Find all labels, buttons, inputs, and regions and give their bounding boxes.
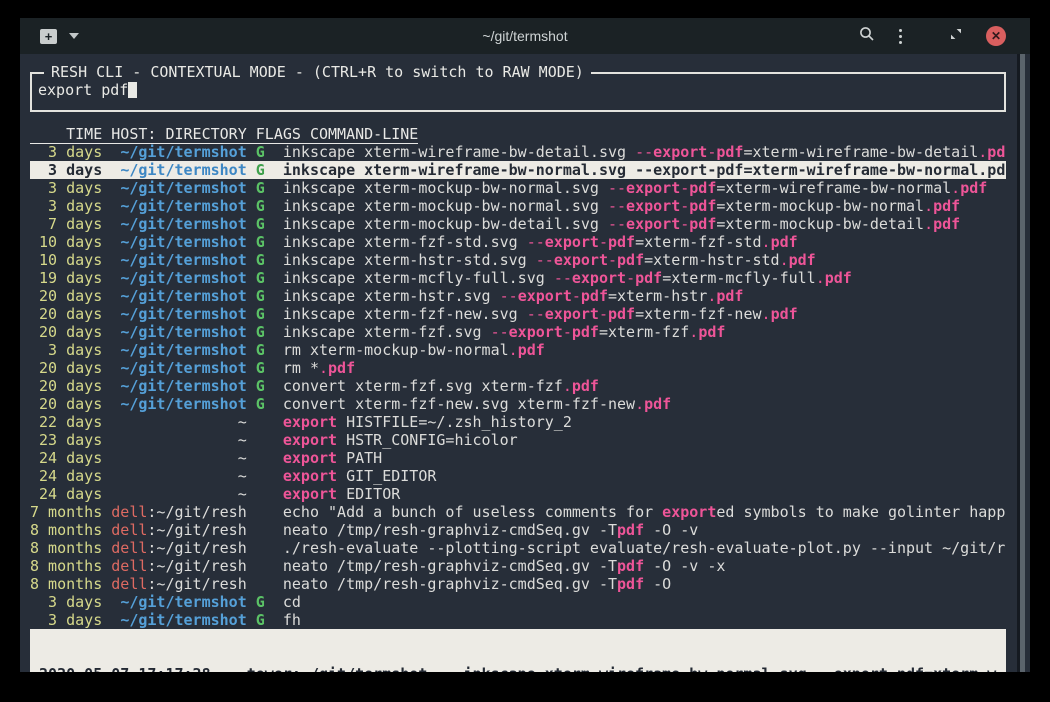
history-row[interactable]: 22 days ~ export HISTFILE=~/.zsh_history… [30,413,1006,431]
history-row[interactable]: 20 days ~/git/termshot G inkscape xterm-… [30,287,1006,305]
detail-line-1: 2020-05-07 17:17:28 tower:~/git/termshot… [30,665,1006,672]
history-row[interactable]: 20 days ~/git/termshot G convert xterm-f… [30,377,1006,395]
history-row[interactable]: 3 days ~/git/termshot G inkscape xterm-m… [30,179,1006,197]
history-row[interactable]: 7 months dell:~/git/resh echo "Add a bun… [30,503,1006,521]
window-title: ~/git/termshot [20,28,1030,44]
history-row[interactable]: 8 months dell:~/git/resh neato /tmp/resh… [30,575,1006,593]
history-row[interactable]: 3 days ~/git/termshot G cd [30,593,1006,611]
history-row[interactable]: 3 days ~/git/termshot G inkscape xterm-w… [30,143,1006,161]
history-row[interactable]: 8 months dell:~/git/resh neato /tmp/resh… [30,521,1006,539]
history-row[interactable]: 8 months dell:~/git/resh ./resh-evaluate… [30,539,1006,557]
history-row[interactable]: 3 days ~/git/termshot G inkscape xterm-w… [30,161,1006,179]
history-row[interactable]: 24 days ~ export GIT_EDITOR [30,467,1006,485]
history-row[interactable]: 8 months dell:~/git/resh neato /tmp/resh… [30,557,1006,575]
history-row[interactable]: 20 days ~/git/termshot G inkscape xterm-… [30,323,1006,341]
table-header: TIME HOST: DIRECTORY FLAGS COMMAND-LINE [30,125,1006,143]
terminal-window: + ~/git/termshot ✕ RESH CLI - CONTEXTUAL… [20,18,1030,672]
history-row[interactable]: 23 days ~ export HSTR_CONFIG=hicolor [30,431,1006,449]
resh-mode-label: RESH CLI - CONTEXTUAL MODE - (CTRL+R to … [44,63,591,81]
scrollbar[interactable] [1017,54,1025,672]
history-row[interactable]: 3 days ~/git/termshot G inkscape xterm-m… [30,197,1006,215]
history-row[interactable]: 20 days ~/git/termshot G convert xterm-f… [30,395,1006,413]
history-row[interactable]: 19 days ~/git/termshot G inkscape xterm-… [30,269,1006,287]
history-row[interactable]: 24 days ~ export PATH [30,449,1006,467]
history-row[interactable]: 10 days ~/git/termshot G inkscape xterm-… [30,251,1006,269]
history-row[interactable]: 10 days ~/git/termshot G inkscape xterm-… [30,233,1006,251]
history-row[interactable]: 20 days ~/git/termshot G inkscape xterm-… [30,305,1006,323]
search-input[interactable]: export pdf [38,81,998,99]
history-row[interactable]: 7 days ~/git/termshot G inkscape xterm-m… [30,215,1006,233]
history-row[interactable]: 24 days ~ export EDITOR [30,485,1006,503]
history-row[interactable]: 3 days ~/git/termshot G rm xterm-mockup-… [30,341,1006,359]
titlebar[interactable]: + ~/git/termshot ✕ [20,18,1030,54]
selected-entry-detail: 2020-05-07 17:17:28 tower:~/git/termshot… [30,629,1006,672]
terminal-content: RESH CLI - CONTEXTUAL MODE - (CTRL+R to … [20,54,1030,672]
resh-search-box: RESH CLI - CONTEXTUAL MODE - (CTRL+R to … [30,72,1006,112]
text-cursor [128,82,137,98]
history-row[interactable]: 3 days ~/git/termshot G fh [30,611,1006,629]
history-list: 3 days ~/git/termshot G inkscape xterm-w… [30,143,1006,629]
history-row[interactable]: 20 days ~/git/termshot G rm *.pdf [30,359,1006,377]
